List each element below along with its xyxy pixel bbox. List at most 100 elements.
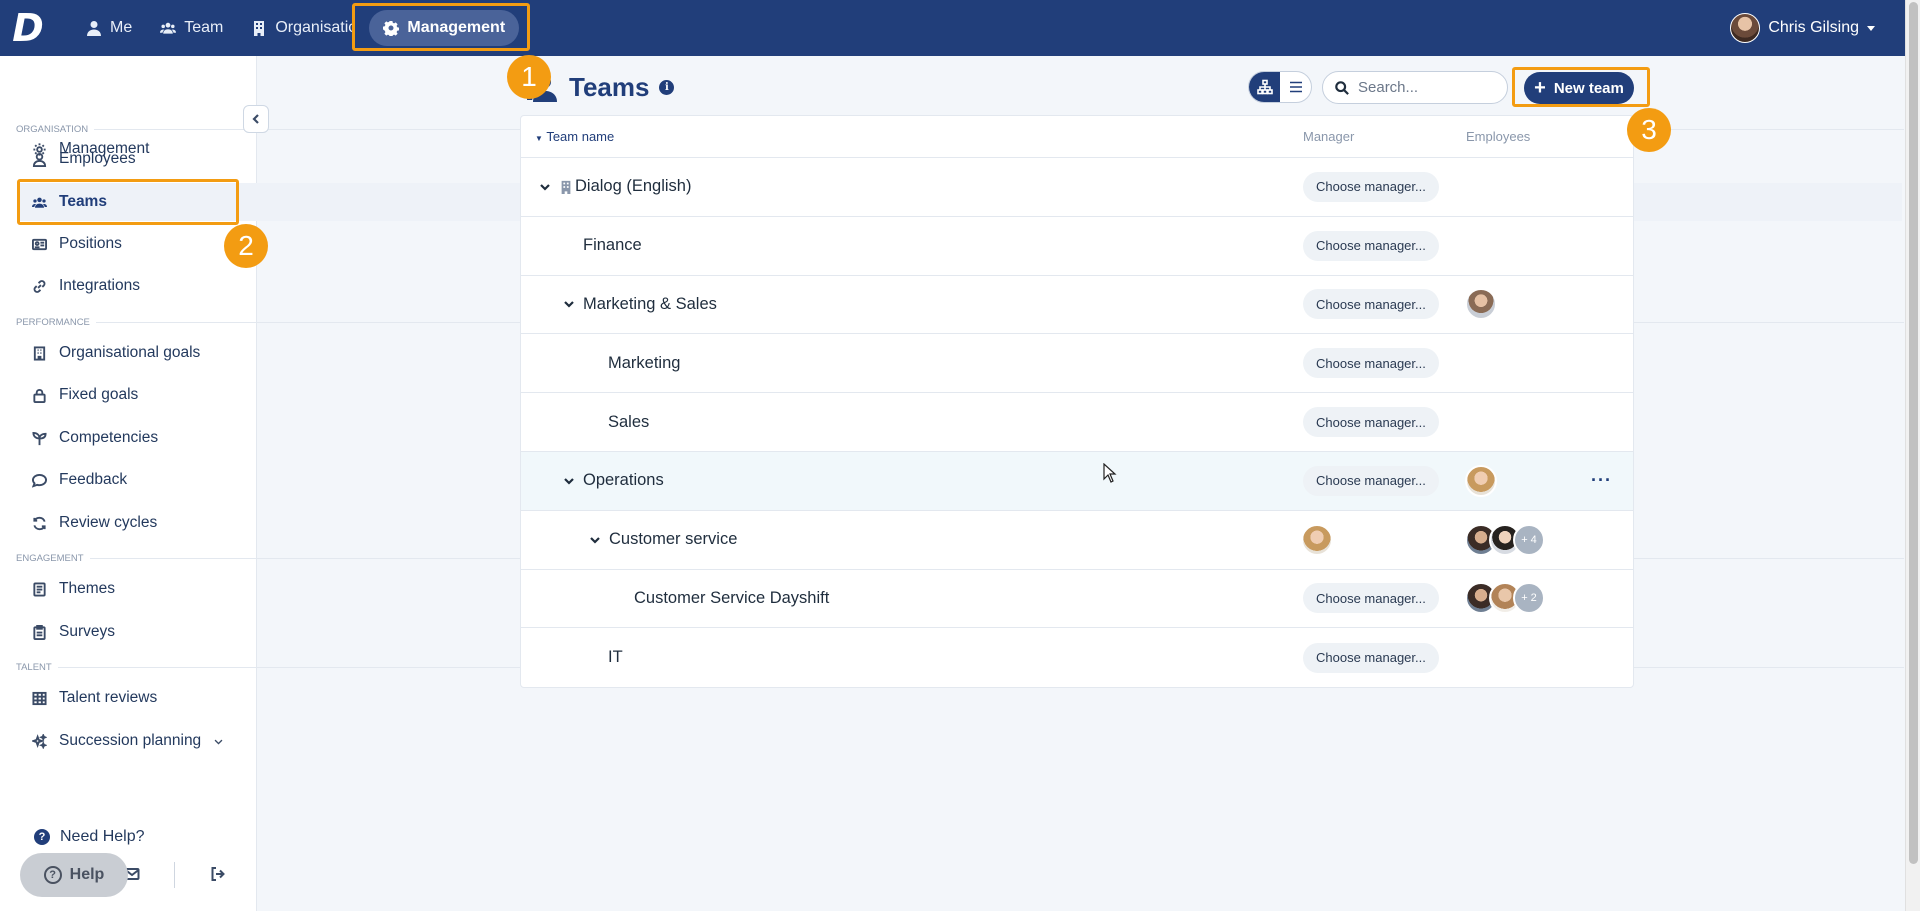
table-row[interactable]: Dialog (English) Choose manager... — [521, 158, 1633, 217]
list-icon — [1289, 81, 1302, 93]
team-name: Customer Service Dayshift — [634, 588, 830, 607]
table-row[interactable]: Customer Service Dayshift Choose manager… — [521, 570, 1633, 629]
choose-manager-button[interactable]: Choose manager... — [1303, 289, 1439, 320]
nav-organisation[interactable]: Organisation — [237, 10, 369, 46]
building-icon — [254, 21, 265, 36]
document-icon — [33, 581, 46, 597]
column-employees: Employees — [1466, 129, 1531, 144]
highlight-management — [352, 3, 530, 51]
clipboard-icon — [33, 624, 46, 640]
lock-icon — [33, 388, 46, 403]
team-name-cell: Dialog (English) — [539, 177, 691, 196]
team-name: Sales — [608, 412, 650, 431]
choose-manager-button[interactable]: Choose manager... — [1303, 642, 1439, 673]
employee-avatars[interactable] — [1465, 464, 1497, 497]
caret-down-icon — [1867, 25, 1875, 31]
chevron-down-icon[interactable] — [563, 475, 575, 487]
column-team-name-label: Team name — [546, 129, 615, 144]
team-name-cell: Sales — [608, 413, 649, 432]
more-options-icon[interactable]: ··· — [1591, 470, 1612, 491]
choose-manager-button[interactable]: Choose manager... — [1303, 465, 1439, 496]
avatar — [1465, 288, 1497, 321]
search-box — [1322, 71, 1508, 104]
building-icon — [561, 180, 571, 194]
app-logo[interactable]: D — [0, 0, 56, 56]
sidebar-item-succession-planning[interactable]: Succession planning — [20, 722, 1902, 760]
user-menu[interactable]: Chris Gilsing — [1730, 13, 1875, 43]
team-name-cell: Finance — [583, 236, 642, 255]
org-chart-icon — [1256, 79, 1273, 95]
help-button[interactable]: ? Help — [20, 853, 128, 897]
employee-avatars[interactable] — [1465, 288, 1497, 321]
team-name: Marketing & Sales — [583, 294, 717, 313]
team-name: Finance — [583, 236, 642, 255]
choose-manager-button[interactable]: Choose manager... — [1303, 348, 1439, 379]
employee-avatars[interactable]: + 2 — [1465, 582, 1545, 615]
chevron-down-icon — [214, 739, 223, 745]
nav-team-label: Team — [184, 19, 224, 36]
sidebar-label-surveys: Surveys — [59, 623, 115, 640]
sidebar-label-integrations: Integrations — [59, 277, 140, 294]
column-manager: Manager — [1303, 129, 1355, 144]
view-toggle — [1248, 71, 1312, 103]
table-row[interactable]: Customer service + 4 — [521, 511, 1633, 570]
building-icon — [33, 345, 46, 361]
table-header: ▼ Team name Manager Employees — [521, 116, 1633, 158]
step-badge-1: 1 — [507, 55, 551, 99]
user-icon — [87, 21, 101, 36]
scrollbar[interactable] — [1905, 0, 1920, 911]
team-name: Dialog (English) — [575, 177, 692, 196]
chevron-down-icon[interactable] — [563, 298, 575, 310]
scrollbar-thumb[interactable] — [1909, 2, 1918, 864]
table-row[interactable]: IT Choose manager... — [521, 628, 1633, 687]
table-row[interactable]: Marketing & Sales Choose manager... — [521, 276, 1633, 335]
choose-manager-button[interactable]: Choose manager... — [1303, 583, 1439, 614]
more-employees-badge: + 2 — [1513, 582, 1545, 615]
sidebar-label-organisational-goals: Organisational goals — [59, 344, 201, 361]
sidebar-label-competencies: Competencies — [59, 429, 159, 446]
avatar — [1301, 523, 1333, 556]
seedling-icon — [32, 431, 47, 445]
step-badge-3: 3 — [1627, 108, 1671, 152]
column-team-name[interactable]: ▼ Team name — [535, 129, 614, 144]
manager-avatar[interactable] — [1301, 523, 1333, 556]
list-view-button[interactable] — [1280, 72, 1311, 102]
tree-view-button[interactable] — [1249, 72, 1280, 102]
choose-manager-button[interactable]: Choose manager... — [1303, 230, 1439, 261]
sidebar-label-feedback: Feedback — [59, 471, 128, 488]
chevron-down-icon[interactable] — [589, 534, 601, 546]
team-name: Customer service — [609, 530, 738, 549]
table-row[interactable]: Finance Choose manager... — [521, 217, 1633, 276]
sidebar-label-fixed-goals: Fixed goals — [59, 386, 139, 403]
chevron-down-icon[interactable] — [539, 181, 551, 193]
choose-manager-button[interactable]: Choose manager... — [1303, 171, 1439, 202]
mouse-cursor-icon — [1103, 463, 1117, 483]
table-row[interactable]: Operations Choose manager... ··· — [521, 451, 1633, 511]
table-row[interactable]: Sales Choose manager... — [521, 393, 1633, 452]
nav-me[interactable]: Me — [72, 10, 146, 46]
sidebar-label-talent-reviews: Talent reviews — [59, 689, 158, 706]
sort-desc-icon: ▼ — [535, 134, 543, 143]
employee-avatars[interactable]: + 4 — [1465, 523, 1545, 556]
nav-organisation-label: Organisation — [275, 19, 356, 36]
highlight-teams — [17, 179, 239, 225]
grid-icon — [32, 691, 47, 705]
top-navigation-bar: D Me Team Organisation Management Chris … — [0, 0, 1905, 56]
need-help-link[interactable]: ? Need Help? — [34, 828, 145, 846]
search-input[interactable] — [1358, 79, 1498, 96]
info-icon[interactable]: i — [659, 80, 675, 95]
question-icon: ? — [34, 829, 50, 845]
team-name-cell: Customer service — [589, 530, 737, 549]
table-row[interactable]: Marketing Choose manager... — [521, 334, 1633, 394]
users-icon — [160, 22, 177, 34]
user-name: Chris Gilsing — [1768, 19, 1859, 36]
sidebar-label-themes: Themes — [59, 580, 115, 597]
collapse-sidebar-button[interactable] — [243, 105, 269, 133]
search-icon — [1335, 80, 1349, 95]
team-name: Marketing — [608, 353, 681, 372]
choose-manager-button[interactable]: Choose manager... — [1303, 407, 1439, 438]
team-name: Operations — [583, 471, 664, 490]
refresh-icon — [33, 516, 46, 530]
logout-icon[interactable] — [210, 866, 226, 887]
nav-team[interactable]: Team — [146, 10, 237, 46]
